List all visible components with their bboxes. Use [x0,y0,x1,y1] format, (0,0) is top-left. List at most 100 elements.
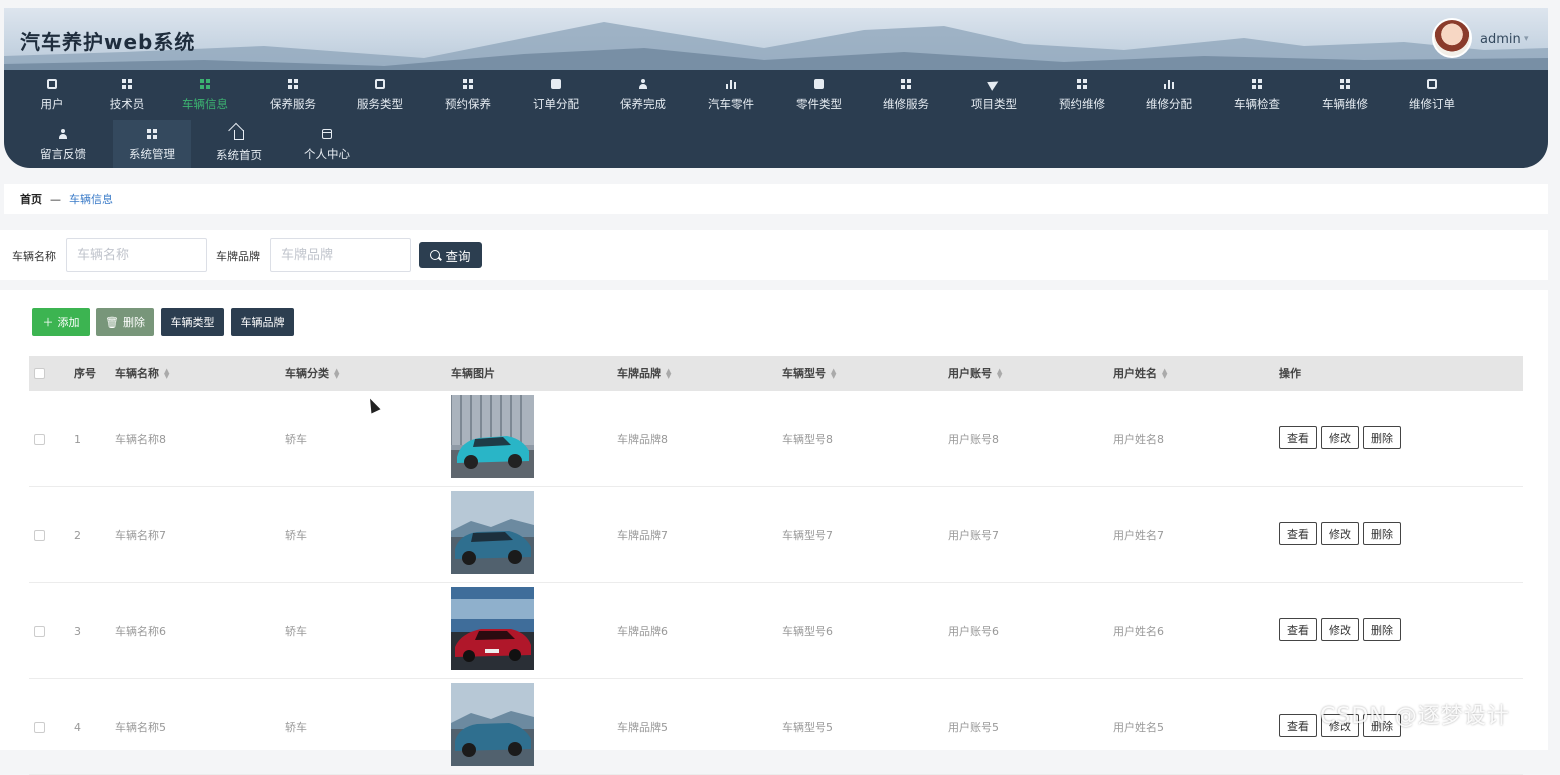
nav-item-repair-orders[interactable]: 维修订单 [1399,70,1465,120]
sort-icon[interactable]: ▲ ▼ [1162,368,1167,380]
chevron-down-icon[interactable]: ▾ [1524,34,1529,44]
delete-button[interactable]: 删除 [1363,522,1401,545]
nav-item-vehicle-repair[interactable]: 车辆维修 [1312,70,1378,120]
add-button[interactable]: ＋添加 [32,308,90,336]
edit-button[interactable]: 修改 [1321,618,1359,641]
nav-label: 零件类型 [796,96,842,111]
car-image[interactable] [451,683,534,766]
nav-item-repair-service[interactable]: 维修服务 [873,70,939,120]
grid-icon [463,78,473,89]
sort-icon[interactable]: ▲ ▼ [666,368,671,380]
cell-username: 用户姓名8 [1113,433,1164,446]
vehicle-brand-button[interactable]: 车辆品牌 [231,308,294,336]
row-actions: 查看 修改 删除 [1279,426,1401,449]
nav-item-feedback[interactable]: 留言反馈 [30,120,96,168]
add-label: 添加 [57,316,80,329]
nav-label: 服务类型 [357,96,403,111]
vehicle-type-button[interactable]: 车辆类型 [161,308,224,336]
header-label: 车牌品牌 [617,367,661,380]
search-button[interactable]: 查询 [419,242,482,268]
cell-index: 3 [74,624,81,638]
nav-item-book-repair[interactable]: 预约维修 [1049,70,1115,120]
grid-icon [200,78,210,89]
nav-row-1: 用户 技术员 车辆信息 保养服务 服务类型 预约保养 订单分配 保养完成 汽车零… [4,70,1548,120]
nav-item-project-type[interactable]: 项目类型 [961,70,1027,120]
edit-button[interactable]: 修改 [1321,426,1359,449]
sort-icon[interactable]: ▲ ▼ [164,368,169,380]
header-label: 车辆分类 [285,367,329,380]
row-checkbox[interactable] [34,722,45,733]
header-vehicle-name[interactable]: 车辆名称 ▲ ▼ [115,356,169,391]
cell-index: 2 [74,528,81,542]
nav-item-vehicle-inspection[interactable]: 车辆检查 [1224,70,1290,120]
top-nav: 用户 技术员 车辆信息 保养服务 服务类型 预约保养 订单分配 保养完成 汽车零… [4,70,1548,168]
bulk-delete-button[interactable]: 🗑 删除 [96,308,154,336]
view-button[interactable]: 查看 [1279,618,1317,641]
nav-item-system-admin[interactable]: 系统管理 [113,120,191,168]
nav-label: 车辆信息 [182,96,228,111]
view-button[interactable]: 查看 [1279,522,1317,545]
row-checkbox[interactable] [34,434,45,445]
home-icon [234,130,244,140]
cell-category: 轿车 [285,625,307,638]
cell-model: 车辆型号6 [782,625,833,638]
cell-category: 轿车 [285,721,307,734]
edit-button[interactable]: 修改 [1321,522,1359,545]
nav-item-book-maintenance[interactable]: 预约保养 [435,70,501,120]
user-icon [58,128,68,139]
delete-button[interactable]: 删除 [1363,426,1401,449]
admin-username[interactable]: admin [1480,32,1521,47]
nav-item-repair-assign[interactable]: 维修分配 [1136,70,1202,120]
header-vehicle-model[interactable]: 车辆型号 ▲ ▼ [782,356,836,391]
header-plate-brand[interactable]: 车牌品牌 ▲ ▼ [617,356,671,391]
nav-item-profile[interactable]: 个人中心 [294,120,360,168]
row-checkbox[interactable] [34,530,45,541]
car-image[interactable] [451,491,534,574]
nav-label: 留言反馈 [40,146,86,161]
breadcrumb: 首页 — 车辆信息 [4,184,1548,214]
nav-label: 维修服务 [883,96,929,111]
user-icon [638,78,648,89]
nav-item-users[interactable]: 用户 [22,70,82,120]
cell-category: 轿车 [285,529,307,542]
user-avatar[interactable] [1432,18,1472,58]
view-button[interactable]: 查看 [1279,426,1317,449]
nav-item-system-home[interactable]: 系统首页 [206,120,272,168]
cell-category: 轿车 [285,433,307,446]
nav-item-order-assign[interactable]: 订单分配 [523,70,589,120]
cell-username: 用户姓名7 [1113,529,1164,542]
sort-icon[interactable]: ▲ ▼ [997,368,1002,380]
grid-icon [147,128,157,139]
row-checkbox[interactable] [34,626,45,637]
nav-item-technicians[interactable]: 技术员 [97,70,157,120]
nav-label: 预约保养 [445,96,491,111]
delete-button[interactable]: 删除 [1363,618,1401,641]
sort-icon[interactable]: ▲ ▼ [334,368,339,380]
header-user-name[interactable]: 用户姓名 ▲ ▼ [1113,356,1167,391]
sort-icon[interactable]: ▲ ▼ [831,368,836,380]
nav-item-service-type[interactable]: 服务类型 [347,70,413,120]
header-user-account[interactable]: 用户账号 ▲ ▼ [948,356,1002,391]
header-label: 车辆型号 [782,367,826,380]
plate-brand-input[interactable] [270,238,411,272]
breadcrumb-home[interactable]: 首页 [20,191,42,207]
nav-item-vehicle-info[interactable]: 车辆信息 [172,70,238,120]
cell-model: 车辆型号8 [782,433,833,446]
delete-label: 删除 [122,316,145,329]
cell-plate-brand: 车牌品牌6 [617,625,668,638]
car-image[interactable] [451,395,534,478]
car-image[interactable] [451,587,534,670]
nav-item-car-parts[interactable]: 汽车零件 [698,70,764,120]
nav-item-part-type[interactable]: 零件类型 [786,70,852,120]
nav-item-maintenance-done[interactable]: 保养完成 [610,70,676,120]
search-bar: 车辆名称 车牌品牌 查询 [0,230,1548,280]
header-banner: 汽车养护web系统 admin ▾ [4,8,1548,70]
cell-plate-brand: 车牌品牌8 [617,433,668,446]
select-all-checkbox[interactable] [34,368,45,379]
vehicle-name-input[interactable] [66,238,207,272]
table-row: 4 车辆名称5 轿车 车牌品牌5 车辆型号5 用户账号5 用户姓名5 查看 修改… [29,679,1523,775]
nav-label: 技术员 [109,96,145,111]
header-vehicle-category[interactable]: 车辆分类 ▲ ▼ [285,356,339,391]
nav-item-maintenance-service[interactable]: 保养服务 [260,70,326,120]
view-button[interactable]: 查看 [1279,714,1317,737]
